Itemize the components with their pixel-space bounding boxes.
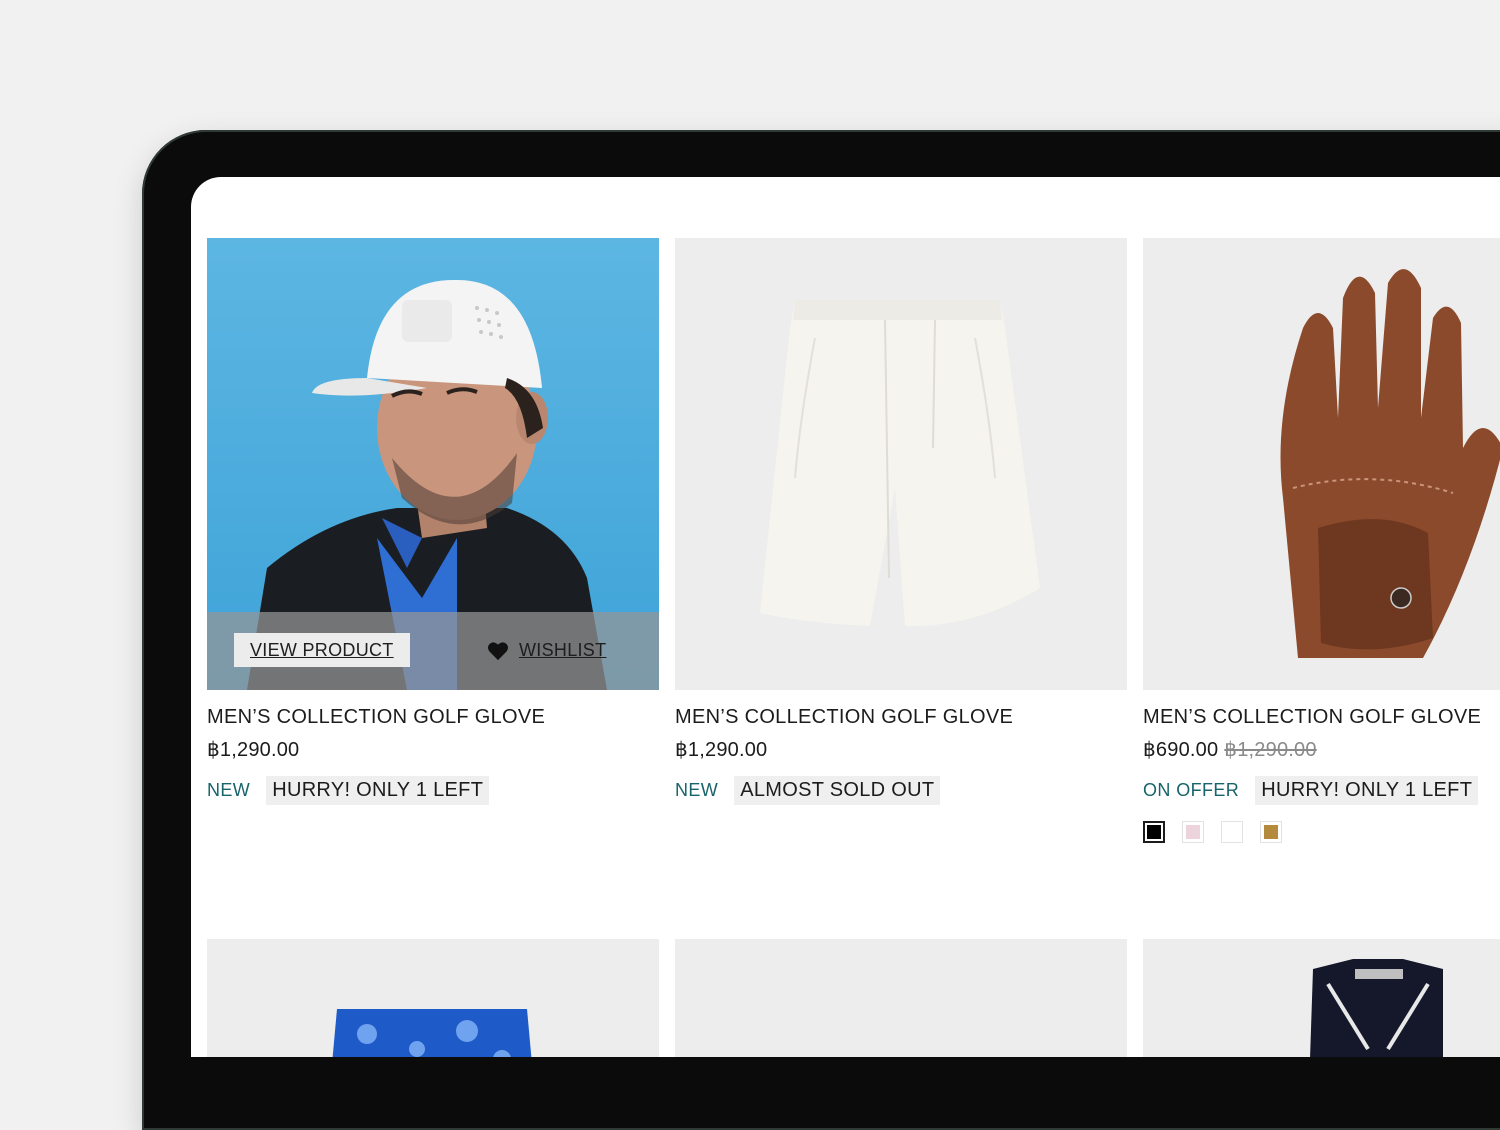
hover-actions-bar: VIEW PRODUCT WISHLIST <box>207 612 659 690</box>
swatch-pink[interactable] <box>1182 821 1204 843</box>
heart-icon <box>488 641 508 660</box>
product-tags: ON OFFER HURRY! ONLY 1 LEFT <box>1143 776 1500 805</box>
product-price: ฿690.00 ฿1,290.00 <box>1143 737 1500 762</box>
wishlist-label: WISHLIST <box>519 640 607 660</box>
brown-golf-glove-photo <box>1280 269 1500 658</box>
product-price: ฿1,290.00 <box>675 737 1127 762</box>
swatch-white[interactable] <box>1221 821 1243 843</box>
product-image[interactable] <box>207 939 659 1057</box>
new-badge: NEW <box>207 780 251 800</box>
stock-badge: HURRY! ONLY 1 LEFT <box>1255 776 1479 805</box>
product-price: ฿1,290.00 <box>207 737 659 762</box>
current-price: ฿690.00 <box>1143 739 1219 761</box>
product-title[interactable]: MEN’S COLLECTION GOLF GLOVE <box>675 706 1127 729</box>
blue-patterned-shorts-photo <box>332 1009 532 1057</box>
product-card[interactable] <box>207 939 659 1057</box>
product-card[interactable]: MEN’S COLLECTION GOLF GLOVE ฿690.00 ฿1,29… <box>1143 238 1500 843</box>
product-title[interactable]: MEN’S COLLECTION GOLF GLOVE <box>1143 706 1500 729</box>
product-image[interactable] <box>1143 238 1500 690</box>
product-card[interactable]: VIEW PRODUCT WISHLIST MEN’S COLLECTION G… <box>207 238 659 805</box>
swatch-gold[interactable] <box>1260 821 1282 843</box>
product-tags: NEW ALMOST SOLD OUT <box>675 776 1127 805</box>
current-price: ฿1,290.00 <box>675 739 768 761</box>
product-image[interactable] <box>675 939 1127 1057</box>
wishlist-button[interactable]: WISHLIST <box>487 640 606 661</box>
product-title[interactable]: MEN’S COLLECTION GOLF GLOVE <box>207 706 659 729</box>
product-card[interactable]: MEN’S COLLECTION GOLF GLOVE ฿1,290.00 NE… <box>675 238 1127 805</box>
color-swatches <box>1143 821 1500 843</box>
swatch-black[interactable] <box>1143 821 1165 843</box>
product-card[interactable] <box>675 939 1127 1057</box>
product-image[interactable] <box>675 238 1127 690</box>
original-price: ฿1,290.00 <box>1224 739 1317 761</box>
stock-badge: HURRY! ONLY 1 LEFT <box>266 776 490 805</box>
white-shorts-photo <box>760 300 1040 627</box>
product-grid-screen: VIEW PRODUCT WISHLIST MEN’S COLLECTION G… <box>191 177 1500 1057</box>
navy-polo-photo <box>1310 959 1443 1057</box>
stock-badge: ALMOST SOLD OUT <box>734 776 941 805</box>
view-product-button[interactable]: VIEW PRODUCT <box>234 633 410 667</box>
current-price: ฿1,290.00 <box>207 739 300 761</box>
product-tags: NEW HURRY! ONLY 1 LEFT <box>207 776 659 805</box>
product-image[interactable]: VIEW PRODUCT WISHLIST <box>207 238 659 690</box>
offer-badge: ON OFFER <box>1143 780 1240 800</box>
product-card[interactable] <box>1143 939 1500 1057</box>
new-badge: NEW <box>675 780 719 800</box>
product-image[interactable] <box>1143 939 1500 1057</box>
